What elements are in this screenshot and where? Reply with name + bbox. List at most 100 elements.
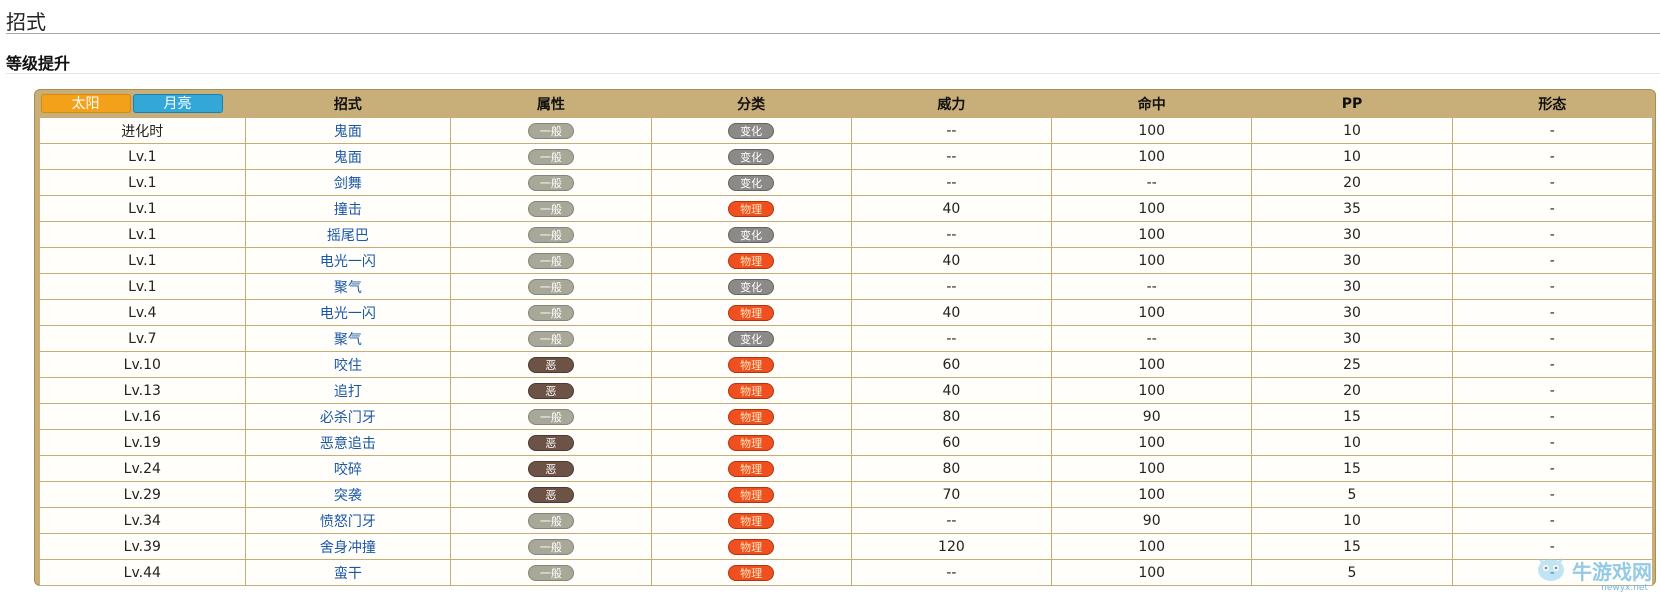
- type-badge: 一般: [527, 174, 574, 191]
- level-cell: Lv.1: [39, 169, 246, 196]
- pp-cell: 5: [1251, 559, 1453, 586]
- move-name-link[interactable]: 摇尾巴: [244, 221, 452, 248]
- category-cell: 物理: [650, 351, 852, 378]
- category-cell: 变化: [650, 117, 852, 144]
- category-cell: 变化: [650, 325, 852, 352]
- accuracy-cell: 100: [1051, 429, 1253, 456]
- category-cell: 物理: [650, 481, 852, 508]
- power-cell: 70: [850, 481, 1053, 508]
- accuracy-cell: 90: [1051, 507, 1253, 534]
- accuracy-cell: 100: [1051, 377, 1253, 404]
- move-name-link[interactable]: 愤怒门牙: [244, 507, 452, 534]
- category-cell: 物理: [650, 533, 852, 560]
- form-cell: -: [1451, 169, 1654, 196]
- pp-cell: 20: [1251, 377, 1453, 404]
- type-cell: 一般: [450, 507, 652, 534]
- category-cell: 物理: [650, 429, 852, 456]
- power-cell: --: [850, 169, 1053, 196]
- level-cell: Lv.19: [39, 429, 246, 456]
- category-cell: 物理: [650, 559, 852, 586]
- move-name-link[interactable]: 恶意追击: [244, 429, 452, 456]
- move-name-link[interactable]: 鬼面: [244, 143, 452, 170]
- accuracy-cell: 100: [1051, 351, 1253, 378]
- tab-moon[interactable]: 月亮: [132, 94, 223, 113]
- power-cell: --: [850, 221, 1053, 248]
- type-badge: 一般: [527, 122, 574, 139]
- pp-cell: 30: [1251, 325, 1453, 352]
- level-cell: Lv.39: [39, 533, 246, 560]
- pp-cell: 5: [1251, 481, 1453, 508]
- power-cell: 60: [850, 429, 1053, 456]
- accuracy-cell: 100: [1051, 117, 1253, 144]
- move-name-link[interactable]: 追打: [244, 377, 452, 404]
- accuracy-cell: 100: [1051, 455, 1253, 482]
- power-cell: 40: [850, 247, 1053, 274]
- move-name-link[interactable]: 撞击: [244, 195, 452, 222]
- move-name-link[interactable]: 突袭: [244, 481, 452, 508]
- category-badge: 物理: [728, 434, 775, 451]
- move-name-link[interactable]: 鬼面: [244, 117, 452, 144]
- move-name-link[interactable]: 必杀门牙: [244, 403, 452, 430]
- table-row: Lv.1 聚气 一般 变化 -- -- 30-: [39, 273, 1654, 300]
- level-cell: Lv.4: [39, 299, 246, 326]
- table-row: Lv.39 舍身冲撞 一般 物理 120 100 15-: [39, 533, 1654, 560]
- move-name-link[interactable]: 蛮干: [244, 559, 452, 586]
- page-title: 招式: [6, 10, 46, 34]
- level-cell: Lv.24: [39, 455, 246, 482]
- move-name-link[interactable]: 电光一闪: [244, 299, 452, 326]
- table-body: 进化时 鬼面 一般 变化 -- 100 10- Lv.1 鬼面 一般 变化 -- 100 10- Lv.1 剑…: [39, 117, 1654, 586]
- move-name-link[interactable]: 聚气: [244, 273, 452, 300]
- type-cell: 一般: [450, 299, 652, 326]
- type-badge: 一般: [527, 148, 574, 165]
- tab-sun[interactable]: 太阳: [40, 94, 131, 113]
- accuracy-cell: --: [1051, 325, 1253, 352]
- type-cell: 一般: [450, 273, 652, 300]
- header-accuracy: 命中: [1137, 96, 1166, 113]
- header-type: 属性: [536, 96, 565, 113]
- table-row: Lv.1 鬼面 一般 变化 -- 100 10-: [39, 143, 1654, 170]
- category-cell: 物理: [650, 247, 852, 274]
- move-name-link[interactable]: 聚气: [244, 325, 452, 352]
- type-cell: 恶: [450, 429, 652, 456]
- power-cell: 40: [850, 195, 1053, 222]
- level-cell: Lv.1: [39, 273, 246, 300]
- move-name-link[interactable]: 电光一闪: [244, 247, 452, 274]
- title-divider: [6, 33, 1660, 34]
- pp-cell: 15: [1251, 533, 1453, 560]
- category-badge: 变化: [728, 278, 775, 295]
- power-cell: --: [850, 559, 1053, 586]
- table-row: Lv.29 突袭 恶 物理 70 100 5-: [39, 481, 1654, 508]
- pp-cell: 30: [1251, 221, 1453, 248]
- header-form: 形态: [1538, 96, 1567, 113]
- move-name-link[interactable]: 咬碎: [244, 455, 452, 482]
- table-header-row: 太阳 月亮 招式 属性 分类 威力 命中 PP 形态: [40, 90, 1653, 118]
- move-name-link[interactable]: 舍身冲撞: [244, 533, 452, 560]
- table-row: Lv.1 摇尾巴 一般 变化 -- 100 30-: [39, 221, 1654, 248]
- pp-cell: 30: [1251, 273, 1453, 300]
- type-badge: 一般: [527, 278, 574, 295]
- accuracy-cell: 100: [1051, 247, 1253, 274]
- power-cell: --: [850, 117, 1053, 144]
- category-badge: 物理: [728, 200, 775, 217]
- type-badge: 一般: [527, 512, 574, 529]
- type-cell: 一般: [450, 169, 652, 196]
- pp-cell: 10: [1251, 429, 1453, 456]
- form-cell: -: [1451, 195, 1654, 222]
- category-badge: 变化: [728, 148, 775, 165]
- level-cell: Lv.13: [39, 377, 246, 404]
- pp-cell: 10: [1251, 143, 1453, 170]
- form-cell: -: [1451, 377, 1654, 404]
- table-row: Lv.7 聚气 一般 变化 -- -- 30-: [39, 325, 1654, 352]
- pp-cell: 25: [1251, 351, 1453, 378]
- category-cell: 变化: [650, 169, 852, 196]
- accuracy-cell: --: [1051, 169, 1253, 196]
- mascot-icon: [1534, 553, 1568, 587]
- move-name-link[interactable]: 咬住: [244, 351, 452, 378]
- table-row: Lv.1 电光一闪 一般 物理 40 100 30-: [39, 247, 1654, 274]
- move-name-link[interactable]: 剑舞: [244, 169, 452, 196]
- form-cell: -: [1451, 247, 1654, 274]
- accuracy-cell: 100: [1051, 195, 1253, 222]
- type-badge: 一般: [527, 200, 574, 217]
- table-row: Lv.1 撞击 一般 物理 40 100 35-: [39, 195, 1654, 222]
- level-cell: Lv.1: [39, 221, 246, 248]
